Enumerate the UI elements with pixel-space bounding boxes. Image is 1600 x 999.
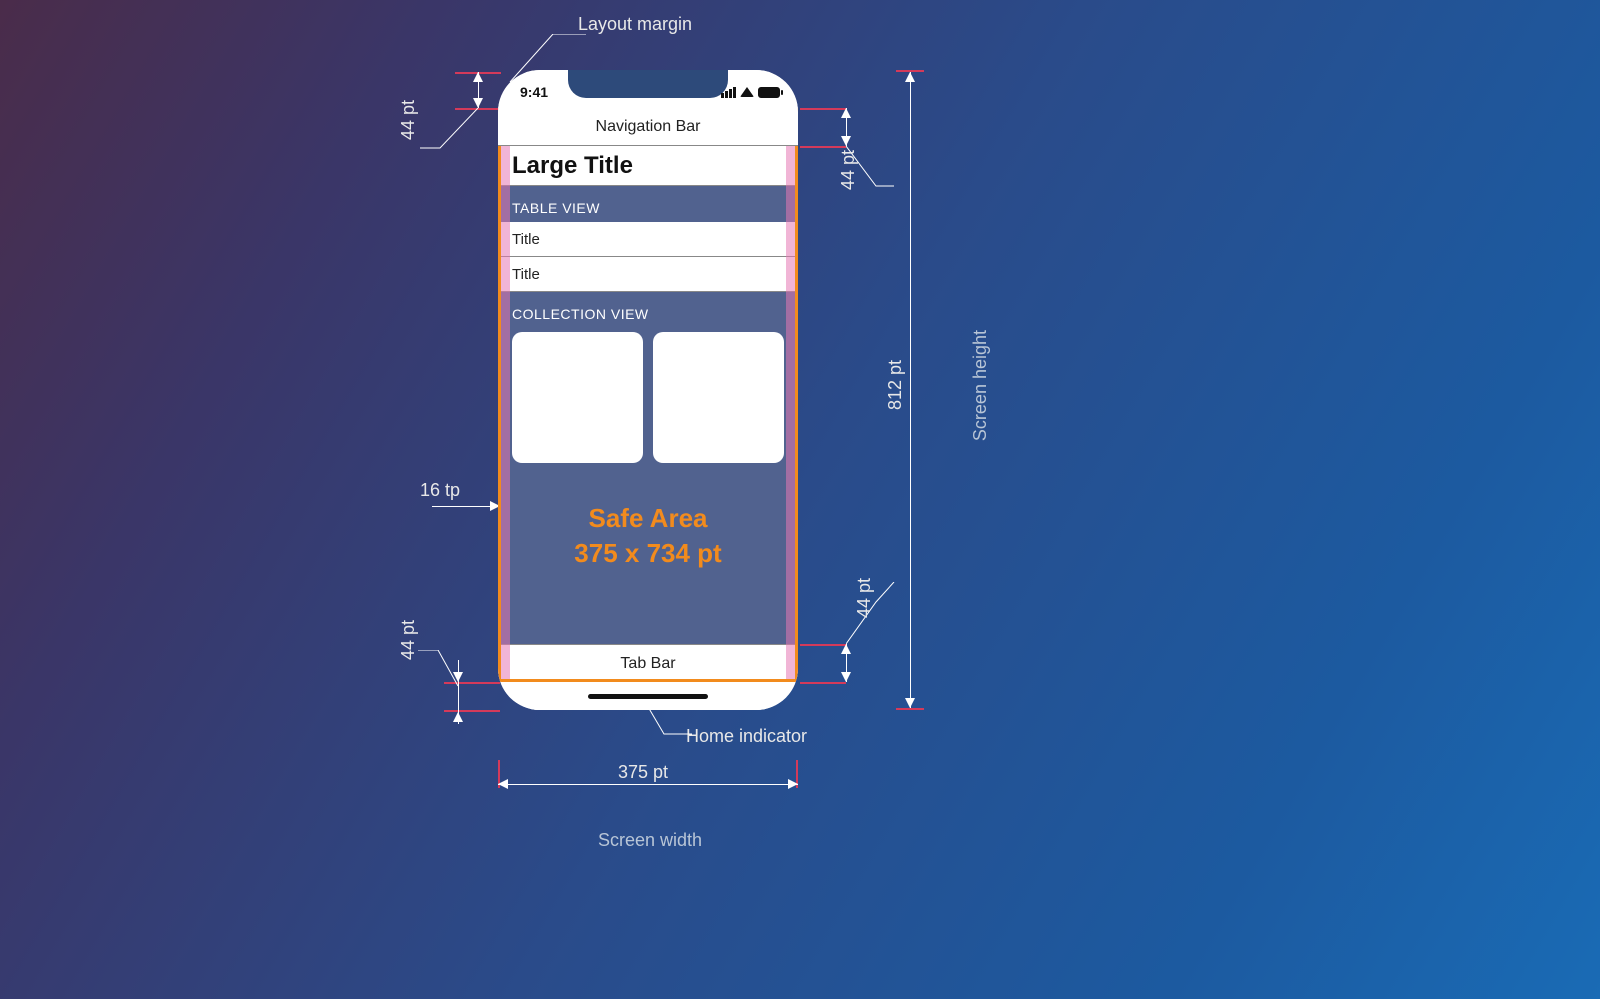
screen-height-value: 812 pt [885, 360, 906, 410]
dim-tick [800, 644, 846, 646]
dim-arrow-shaft [432, 506, 496, 507]
status-bar: 9:41 [498, 70, 798, 108]
battery-icon [758, 87, 780, 98]
arrow-head-icon [498, 779, 508, 789]
status-time: 9:41 [520, 84, 548, 100]
dim-arrow-shaft [910, 72, 911, 708]
wifi-icon [740, 87, 754, 97]
content-area: Navigation Bar Large Title TABLE VIEW Ti… [498, 108, 798, 682]
layout-margin-value-label: 16 tp [420, 480, 460, 501]
arrow-head-icon [841, 136, 851, 146]
dim-tick [800, 108, 846, 110]
layout-margin-band [786, 108, 798, 682]
dim-arrow-shaft [498, 784, 798, 785]
home-indicator-label: Home indicator [686, 726, 807, 747]
arrow-head-icon [841, 108, 851, 118]
dim-tick [896, 70, 924, 72]
diagram-stage: Layout margin 44 pt 44 pt 44 pt 44 pt 16… [0, 0, 1600, 999]
table-row[interactable]: Title [498, 222, 798, 257]
arrow-head-icon [453, 712, 463, 722]
table-view-header: TABLE VIEW [498, 186, 798, 222]
nav-bar-height-label: 44 pt [838, 150, 859, 190]
layout-margin-label: Layout margin [578, 14, 692, 35]
dim-tick [896, 708, 924, 710]
layout-margin-band [498, 108, 510, 682]
home-indicator-height-label: 44 pt [398, 620, 419, 660]
home-indicator-area [498, 682, 798, 710]
status-bar-height-label: 44 pt [398, 100, 419, 140]
arrow-head-icon [473, 98, 483, 108]
collection-card[interactable] [512, 332, 643, 463]
signal-icon [721, 87, 736, 98]
navigation-bar[interactable]: Navigation Bar [498, 108, 798, 146]
screen-height-label: Screen height [970, 330, 991, 441]
arrow-head-icon [905, 698, 915, 708]
arrow-head-icon [788, 779, 798, 789]
leader-line [420, 108, 480, 158]
tab-bar-height-label: 44 pt [854, 578, 875, 618]
collection-card[interactable] [653, 332, 784, 463]
dim-tick [800, 682, 846, 684]
large-title: Large Title [498, 146, 798, 186]
arrow-head-icon [841, 672, 851, 682]
table-row[interactable]: Title [498, 257, 798, 292]
collection-view-header: COLLECTION VIEW [498, 292, 798, 328]
tab-bar[interactable]: Tab Bar [498, 644, 798, 682]
safe-area-text: Safe Area 375 x 734 pt [498, 503, 798, 569]
dim-tick [800, 146, 846, 148]
leader-line [418, 650, 462, 690]
home-indicator-bar[interactable] [588, 694, 708, 699]
arrow-head-icon [473, 72, 483, 82]
collection-view [498, 328, 798, 473]
screen-width-label: Screen width [598, 830, 702, 851]
arrow-head-icon [905, 72, 915, 82]
screen-width-value: 375 pt [618, 762, 668, 783]
phone-mockup: 9:41 Navigation Bar Large Title TABLE VI… [498, 70, 798, 710]
